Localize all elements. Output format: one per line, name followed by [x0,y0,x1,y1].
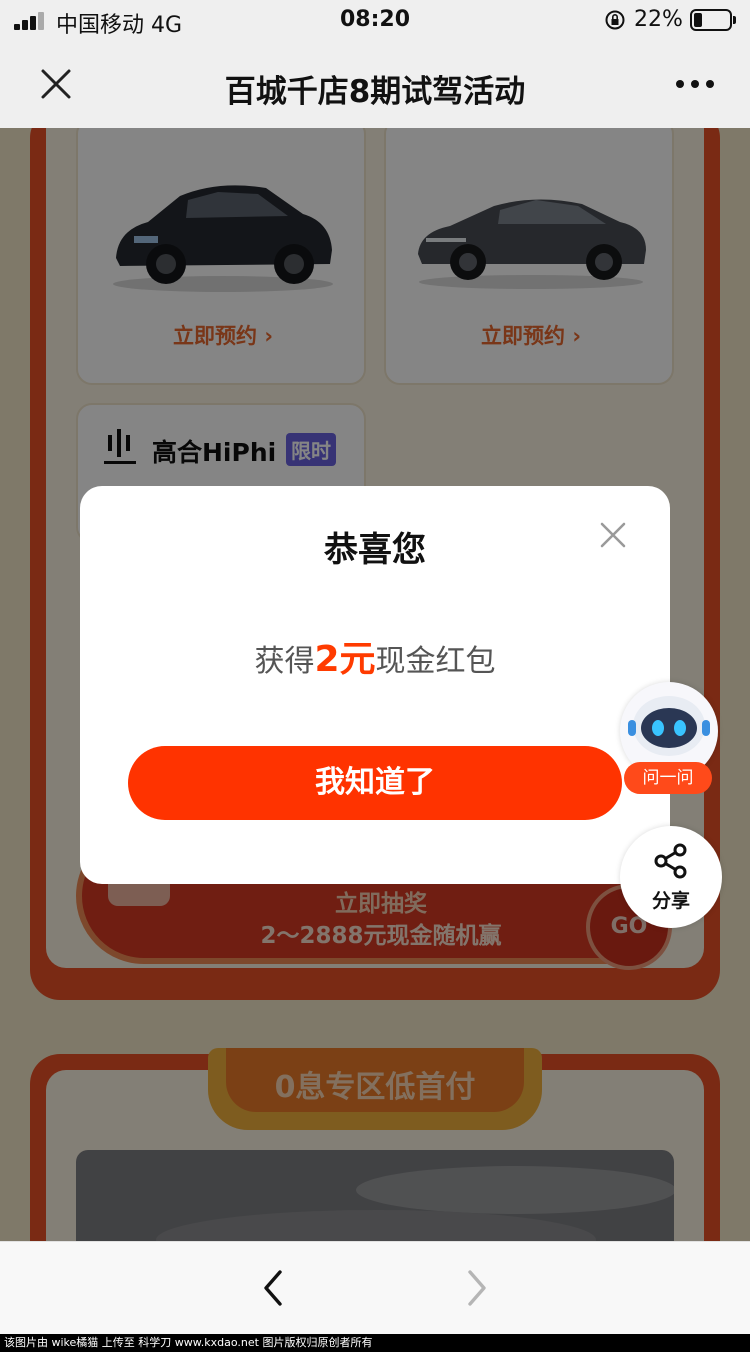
forward-arrow-icon [468,1270,486,1306]
close-icon[interactable] [598,520,628,550]
reward-prefix: 获得 [254,644,315,679]
share-button[interactable]: 分享 [620,826,722,928]
dialog-title: 恭喜您 [324,530,426,570]
reward-message: 获得2元现金红包 [80,630,670,682]
share-icon [654,843,687,879]
rotation-lock-icon [605,10,625,30]
more-dots-icon[interactable] [672,76,718,90]
reward-suffix: 现金红包 [375,644,496,679]
got-it-button[interactable]: 我知道了 [128,746,622,820]
reward-amount: 2元 [314,639,376,680]
status-bar: 中国移动 4G 08:20 22% [0,0,750,40]
battery-icon [690,9,736,31]
battery-percent: 22% [634,7,683,32]
close-icon[interactable] [36,64,76,104]
assistant-label: 问一问 [624,762,712,794]
back-arrow-icon[interactable] [258,1268,288,1308]
reward-dialog: 恭喜您 获得2元现金红包 我知道了 [80,486,670,884]
browser-toolbar [0,1241,750,1334]
page-title: 百城千店8期试驾活动 [224,74,526,110]
nav-bar: 百城千店8期试驾活动 [0,40,750,128]
share-label: 分享 [651,890,690,912]
assistant-button[interactable]: 问一问 [618,682,718,794]
watermark-footer: 该图片由 wike橘猫 上传至 科学刀 www.kxdao.net 图片版权归原… [0,1334,750,1352]
